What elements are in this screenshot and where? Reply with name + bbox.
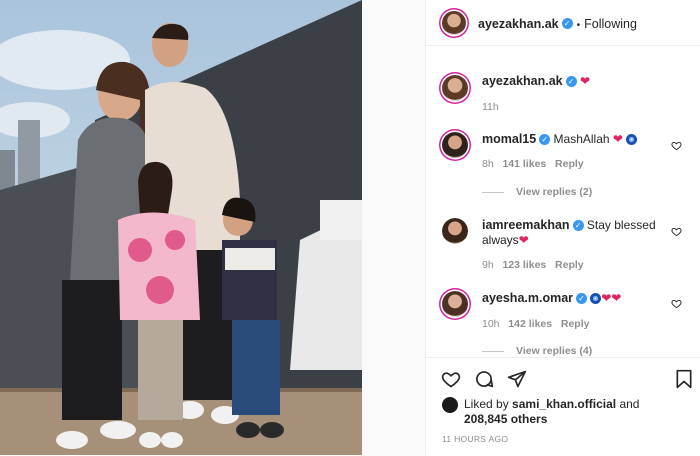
comment-likes[interactable]: 141 likes bbox=[502, 158, 546, 170]
comment-meta: 10h 142 likes Reply bbox=[482, 318, 589, 330]
comment-username[interactable]: ayesha.m.omar bbox=[482, 291, 573, 305]
red-heart-emoji: ❤ bbox=[579, 74, 591, 88]
comment-meta: 8h 141 likes Reply bbox=[482, 158, 584, 170]
comment-avatar[interactable] bbox=[442, 291, 468, 317]
caption-line: ayezakhan.ak ✓ ❤ bbox=[482, 74, 590, 89]
comment-time: 8h bbox=[482, 158, 494, 170]
comment-username[interactable]: momal15 bbox=[482, 132, 536, 146]
liked-by-prefix: Liked by bbox=[464, 397, 509, 411]
comment-text: momal15 ✓ MashAllah ❤ bbox=[482, 132, 638, 147]
liked-by-count[interactable]: 208,845 others bbox=[464, 412, 547, 426]
red-heart-emoji: ❤❤ bbox=[601, 291, 622, 305]
post-side-panel: ayezakhan.ak ✓ • Following ayezakhan.ak ✓ ❤ … bbox=[425, 0, 700, 456]
red-heart-emoji: ❤ bbox=[518, 233, 529, 247]
post-header: ayezakhan.ak ✓ • Following bbox=[426, 0, 700, 46]
author-info: ayezakhan.ak ✓ • Following bbox=[478, 15, 637, 33]
comment-icon[interactable] bbox=[474, 369, 494, 389]
comment-likes[interactable]: 123 likes bbox=[502, 259, 546, 271]
comment-body-line2: always bbox=[482, 233, 519, 247]
comment-body: Stay blessed bbox=[586, 218, 656, 232]
verified-icon: ✓ bbox=[572, 220, 584, 232]
red-heart-emoji: ❤ bbox=[612, 132, 623, 146]
verified-icon: ✓ bbox=[565, 76, 577, 88]
caption-username[interactable]: ayezakhan.ak bbox=[482, 74, 563, 88]
view-replies-line bbox=[482, 351, 504, 352]
follow-status-button[interactable]: Following bbox=[584, 17, 637, 31]
comment-body: MashAllah bbox=[553, 132, 610, 146]
comment-time: 10h bbox=[482, 318, 500, 330]
verified-icon: ✓ bbox=[576, 293, 588, 305]
post-timestamp[interactable]: 11 HOURS AGO bbox=[442, 434, 508, 444]
comment-avatar[interactable] bbox=[442, 132, 468, 158]
like-comment-heart-icon[interactable] bbox=[671, 226, 682, 237]
caption-avatar[interactable] bbox=[442, 75, 468, 101]
comment-text: ayesha.m.omar ✓ ❤❤ bbox=[482, 291, 621, 306]
post-actions: Liked by sami_khan.official and 208,845 o… bbox=[426, 357, 700, 456]
view-replies-line bbox=[482, 192, 504, 193]
like-comment-heart-icon[interactable] bbox=[671, 140, 682, 151]
verified-icon: ✓ bbox=[539, 134, 551, 146]
author-avatar[interactable] bbox=[442, 11, 466, 35]
liked-by-avatar[interactable] bbox=[442, 397, 458, 413]
reply-button[interactable]: Reply bbox=[561, 318, 590, 330]
post-photo[interactable] bbox=[0, 0, 362, 455]
comment-avatar[interactable] bbox=[442, 218, 468, 244]
comment-username[interactable]: iamreemakhan bbox=[482, 218, 570, 232]
reply-button[interactable]: Reply bbox=[555, 259, 584, 271]
view-replies-button[interactable]: View replies (2) bbox=[516, 186, 592, 198]
like-comment-heart-icon[interactable] bbox=[671, 298, 682, 309]
liked-by-user[interactable]: sami_khan.official bbox=[512, 397, 616, 411]
comment-likes[interactable]: 142 likes bbox=[508, 318, 552, 330]
view-replies-button[interactable]: View replies (4) bbox=[516, 345, 592, 357]
nazar-emoji bbox=[626, 134, 638, 146]
comment-text: iamreemakhan ✓ Stay blessed always❤ bbox=[482, 218, 657, 248]
share-icon[interactable] bbox=[507, 369, 527, 389]
liked-by-text: Liked by sami_khan.official and 208,845 o… bbox=[464, 397, 684, 427]
author-username[interactable]: ayezakhan.ak bbox=[478, 17, 559, 31]
nazar-emoji bbox=[590, 293, 602, 305]
family-photo-illustration bbox=[0, 0, 362, 455]
verified-icon: ✓ bbox=[561, 18, 573, 30]
caption-time: 11h bbox=[482, 101, 499, 113]
heart-icon[interactable] bbox=[441, 369, 461, 389]
bookmark-icon[interactable] bbox=[675, 369, 693, 389]
comment-meta: 9h 123 likes Reply bbox=[482, 259, 584, 271]
separator-dot: • bbox=[576, 20, 581, 31]
liked-by-and: and bbox=[619, 397, 640, 411]
reply-button[interactable]: Reply bbox=[555, 158, 584, 170]
comment-time: 9h bbox=[482, 259, 494, 271]
